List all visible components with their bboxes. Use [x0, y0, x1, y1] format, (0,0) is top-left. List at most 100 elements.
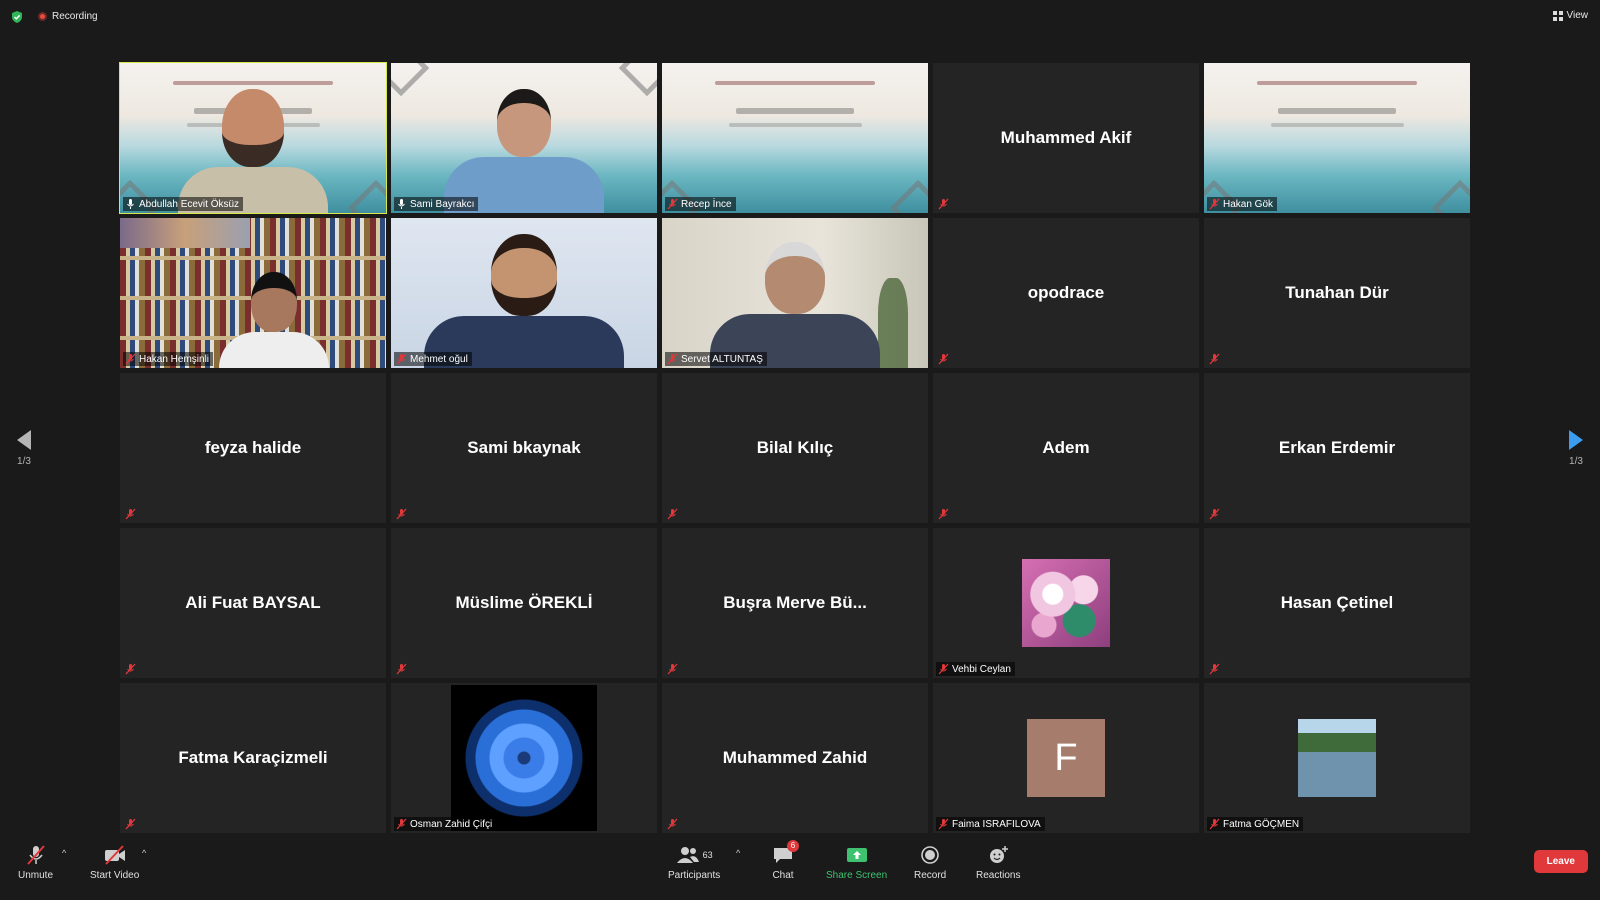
recording-indicator[interactable]: Recording: [38, 11, 98, 22]
participant-tile[interactable]: Fatma GÖÇMEN: [1204, 683, 1470, 833]
participant-tile[interactable]: Hakan Hemşinli: [120, 218, 386, 368]
participant-name-label: Mehmet oğul: [394, 352, 472, 366]
participant-name-label: Servet ALTUNTAŞ: [665, 352, 767, 366]
participant-avatar: [451, 685, 597, 831]
mic-muted-icon: [396, 508, 407, 520]
grid-view-icon: [1552, 10, 1563, 21]
leave-button[interactable]: Leave: [1533, 850, 1588, 873]
arrow-left-icon: [17, 430, 31, 450]
view-label: View: [1566, 10, 1589, 21]
participants-button[interactable]: 63 Participants: [668, 844, 720, 881]
participant-tile[interactable]: F Faima ISRAFILOVA: [933, 683, 1199, 833]
record-icon: [918, 844, 942, 866]
participant-avatar: [1298, 719, 1376, 797]
mic-muted-icon: [396, 353, 407, 365]
participant-video: [391, 218, 657, 368]
participant-mute-indicator: [936, 507, 953, 521]
participant-tile[interactable]: Hasan Çetinel: [1204, 528, 1470, 678]
participant-tile[interactable]: Sami Bayrakcı: [391, 63, 657, 213]
participant-display-name: Erkan Erdemir: [1278, 438, 1396, 457]
participant-name-label: Fatma GÖÇMEN: [1207, 817, 1304, 831]
mic-muted-icon: [1209, 198, 1220, 210]
mic-muted-icon: [125, 818, 136, 830]
participant-tile[interactable]: Ali Fuat BAYSAL: [120, 528, 386, 678]
participant-video: [120, 63, 386, 213]
mic-muted-icon: [396, 663, 407, 675]
participant-video: [662, 218, 928, 368]
meeting-toolbar: Unmute ^ Start Video ^ 63 Participants ^…: [0, 834, 1600, 900]
participant-name-label: Sami Bayrakcı: [394, 197, 479, 211]
chat-button[interactable]: 6 Chat: [771, 840, 799, 881]
record-button[interactable]: Record: [914, 844, 946, 881]
share-screen-button[interactable]: Share Screen: [826, 844, 887, 881]
participant-tile[interactable]: Fatma Karaçizmeli: [120, 683, 386, 833]
video-options-caret-icon[interactable]: ^: [142, 848, 146, 858]
mic-muted-icon: [667, 818, 678, 830]
mic-muted-icon: [1209, 818, 1220, 830]
mic-muted-icon: [125, 508, 136, 520]
mic-muted-icon: [938, 198, 949, 210]
participant-tile[interactable]: Buşra Merve Bü...: [662, 528, 928, 678]
participant-mute-indicator: [936, 352, 953, 366]
next-page-button[interactable]: 1/3: [1566, 430, 1586, 467]
participant-tile[interactable]: feyza halide: [120, 373, 386, 523]
participants-options-caret-icon[interactable]: ^: [736, 848, 740, 858]
mic-icon: [398, 199, 405, 209]
participant-tile[interactable]: opodrace: [933, 218, 1199, 368]
participant-name-label: Hakan Gök: [1207, 197, 1278, 211]
mic-muted-icon: [396, 818, 407, 830]
participant-display-name: Buşra Merve Bü...: [723, 593, 867, 612]
mic-muted-icon: [667, 663, 678, 675]
view-button[interactable]: View: [1552, 10, 1589, 21]
participant-tile[interactable]: Servet ALTUNTAŞ: [662, 218, 928, 368]
participant-tile[interactable]: Erkan Erdemir: [1204, 373, 1470, 523]
mic-muted-icon: [1209, 508, 1220, 520]
mic-muted-icon: [938, 663, 949, 675]
camera-off-icon: [103, 844, 127, 866]
participant-avatar-initial: F: [1027, 719, 1105, 797]
participant-tile[interactable]: Vehbi Ceylan: [933, 528, 1199, 678]
participant-tile[interactable]: Muhammed Akif: [933, 63, 1199, 213]
participant-tile[interactable]: Recep İnce: [662, 63, 928, 213]
participant-tile[interactable]: Muhammed Zahid: [662, 683, 928, 833]
participants-icon: 63: [669, 844, 719, 866]
participant-mute-indicator: [1207, 507, 1224, 521]
security-shield-icon[interactable]: [10, 10, 24, 24]
mic-muted-icon: [938, 353, 949, 365]
reactions-button[interactable]: Reactions: [976, 844, 1020, 881]
participant-tile[interactable]: Abdullah Ecevit Öksüz: [119, 62, 387, 214]
participant-tile[interactable]: Mehmet oğul: [391, 218, 657, 368]
participant-tile[interactable]: Bilal Kılıç: [662, 373, 928, 523]
participant-video: [1204, 63, 1470, 213]
participant-tile[interactable]: Müslime ÖREKLİ: [391, 528, 657, 678]
participant-name-label: Recep İnce: [665, 197, 736, 211]
participant-display-name: Hasan Çetinel: [1280, 593, 1394, 612]
participant-tile[interactable]: Hakan Gök: [1204, 63, 1470, 213]
meeting-top-bar: Recording View: [0, 0, 1600, 34]
participant-mute-indicator: [1207, 662, 1224, 676]
participant-video: [391, 63, 657, 213]
unmute-button[interactable]: Unmute: [18, 844, 53, 881]
participant-tile[interactable]: Sami bkaynak: [391, 373, 657, 523]
mic-muted-icon: [125, 663, 136, 675]
audio-options-caret-icon[interactable]: ^: [62, 848, 66, 858]
mic-muted-icon: [667, 198, 678, 210]
start-video-button[interactable]: Start Video: [90, 844, 139, 881]
page-indicator-right: 1/3: [1569, 456, 1583, 467]
participant-name-label: Faima ISRAFILOVA: [936, 817, 1045, 831]
participant-tile[interactable]: Tunahan Dür: [1204, 218, 1470, 368]
participant-display-name: Tunahan Dür: [1285, 283, 1389, 302]
participant-tile[interactable]: Osman Zahid Çifçi: [391, 683, 657, 833]
participant-display-name: Muhammed Zahid: [722, 748, 868, 767]
participant-display-name: Müslime ÖREKLİ: [455, 593, 593, 612]
participants-count: 63: [702, 850, 713, 860]
participant-display-name: Bilal Kılıç: [756, 438, 834, 457]
participant-tile[interactable]: Adem: [933, 373, 1199, 523]
mic-muted-icon: [1209, 663, 1220, 675]
mic-icon: [127, 199, 134, 209]
recording-label: Recording: [52, 11, 98, 22]
participant-video: [120, 218, 386, 368]
previous-page-button[interactable]: 1/3: [14, 430, 34, 467]
participant-mute-indicator: [665, 662, 682, 676]
chat-icon: 6: [771, 840, 799, 866]
